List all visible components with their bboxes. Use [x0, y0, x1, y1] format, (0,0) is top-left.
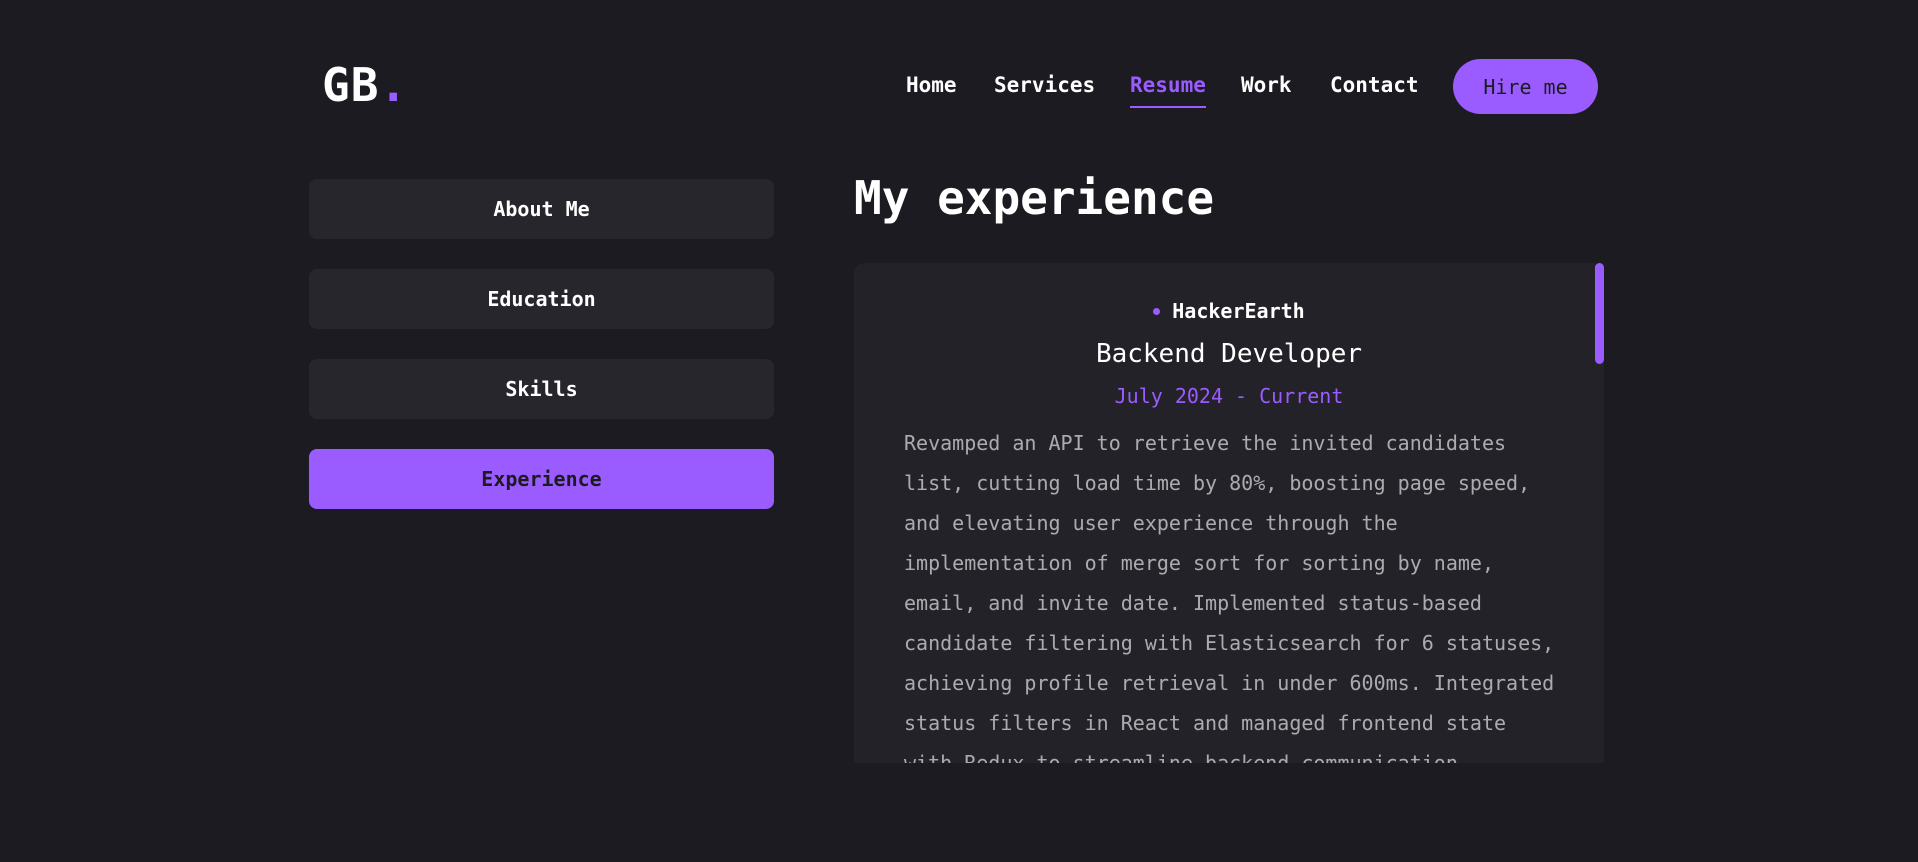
experience-scroll-area[interactable]: HackerEarth Backend Developer July 2024 …: [854, 263, 1604, 763]
company-name: HackerEarth: [1172, 299, 1305, 323]
tab-education[interactable]: Education: [309, 269, 774, 329]
experience-card: HackerEarth Backend Developer July 2024 …: [854, 263, 1604, 763]
hire-me-button[interactable]: Hire me: [1453, 59, 1598, 114]
bullet-icon: [1153, 307, 1161, 315]
nav-work-link[interactable]: Work: [1241, 70, 1292, 100]
job-description: Revamped an API to retrieve the invited …: [904, 431, 1555, 763]
logo[interactable]: GB.: [322, 60, 408, 110]
site-header: GB. Home Services Resume Work Contact Hi…: [0, 0, 1918, 150]
company-row: HackerEarth: [854, 299, 1604, 323]
tab-about-me[interactable]: About Me: [309, 179, 774, 239]
nav-services-link[interactable]: Services: [994, 70, 1095, 100]
tab-experience[interactable]: Experience: [309, 449, 774, 509]
tab-skills[interactable]: Skills: [309, 359, 774, 419]
scrollbar-thumb[interactable]: [1595, 263, 1604, 364]
logo-dot: .: [379, 58, 409, 112]
nav-resume-link[interactable]: Resume: [1130, 70, 1206, 108]
nav-contact-link[interactable]: Contact: [1330, 70, 1419, 100]
job-role: Backend Developer: [1095, 339, 1363, 369]
job-dates: July 2024 - Current: [1114, 384, 1344, 408]
page-title: My experience: [854, 171, 1215, 225]
logo-text: GB: [322, 58, 380, 112]
nav-home-link[interactable]: Home: [906, 70, 957, 100]
